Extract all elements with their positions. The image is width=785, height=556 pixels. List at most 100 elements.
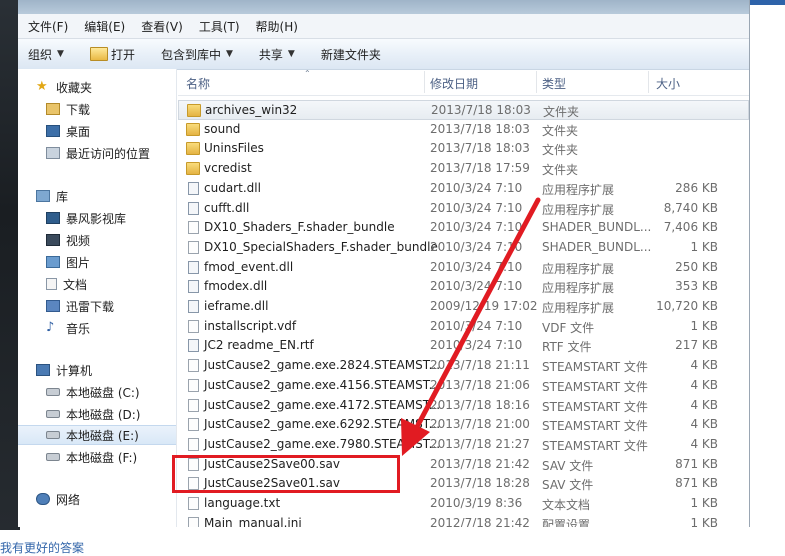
window-title-bar[interactable] bbox=[18, 0, 749, 14]
new-folder-button[interactable]: 新建文件夹 bbox=[321, 46, 381, 63]
file-size: 1 KB bbox=[690, 318, 718, 333]
column-size[interactable]: 大小 bbox=[656, 75, 680, 92]
nav-libraries[interactable]: 库 bbox=[36, 186, 68, 206]
file-type: 文本文档 bbox=[542, 498, 591, 512]
menu-bar: 文件(F) 编辑(E) 查看(V) 工具(T) 帮助(H) bbox=[18, 14, 749, 39]
menu-view[interactable]: 查看(V) bbox=[141, 18, 183, 35]
file-row[interactable]: Main_manual.ini 2012/7/18 21:42 配置设置 1 KB bbox=[178, 514, 749, 527]
file-icon bbox=[188, 437, 199, 451]
file-name: sound bbox=[204, 121, 241, 136]
file-row[interactable]: ieframe.dll 2009/12/19 17:02 应用程序扩展 10,720 … bbox=[178, 297, 749, 317]
nav-storm[interactable]: 暴风影视库 bbox=[46, 208, 126, 228]
nav-disk-d[interactable]: 本地磁盘 (D:) bbox=[46, 404, 140, 424]
nav-label: 网络 bbox=[56, 492, 81, 507]
nav-downloads[interactable]: 下载 bbox=[46, 99, 90, 119]
file-icon bbox=[188, 516, 199, 527]
command-bar: 组织 ▼ 打开 包含到库中 ▼ 共享 ▼ 新建文件夹 bbox=[18, 39, 749, 70]
nav-music[interactable]: ♪ 音乐 bbox=[46, 318, 90, 338]
file-name: JustCause2Save01.sav bbox=[204, 476, 340, 491]
file-row[interactable]: archives_win32 2013/7/18 18:03 文件夹 bbox=[178, 100, 749, 120]
file-row[interactable]: JustCause2_game.exe.4172.STEAMST... 2013/… bbox=[178, 396, 749, 416]
nav-network[interactable]: 网络 bbox=[36, 489, 80, 509]
open-folder-icon bbox=[89, 47, 108, 61]
column-divider[interactable] bbox=[536, 71, 537, 93]
file-row[interactable]: JustCause2_game.exe.4156.STEAMST... 2013/… bbox=[178, 376, 749, 396]
file-type: 文件夹 bbox=[542, 143, 579, 158]
file-row[interactable]: JustCause2_game.exe.7980.STEAMST... 2013/… bbox=[178, 435, 749, 455]
file-type: VDF 文件 bbox=[542, 320, 595, 335]
file-name: JustCause2_game.exe.4172.STEAMST... bbox=[204, 397, 441, 412]
file-row[interactable]: DX10_SpecialShaders_F.shader_bundle 2010/… bbox=[178, 238, 749, 258]
file-size: 1 KB bbox=[690, 239, 718, 254]
nav-computer[interactable]: 计算机 bbox=[36, 360, 92, 380]
navigation-pane: ★ 收藏夹 下载 桌面 最近访问的位置 库 暴风影视库 视频 图片 文档 迅雷下… bbox=[18, 69, 177, 527]
nav-pictures[interactable]: 图片 bbox=[46, 252, 90, 272]
file-row[interactable]: installscript.vdf 2010/3/24 7:10 VDF 文件 1 K… bbox=[178, 317, 749, 337]
file-icon bbox=[188, 280, 199, 294]
file-name: DX10_Shaders_F.shader_bundle bbox=[204, 220, 395, 235]
column-divider[interactable] bbox=[648, 71, 649, 93]
menu-file[interactable]: 文件(F) bbox=[28, 18, 68, 35]
file-name: cudart.dll bbox=[204, 180, 261, 195]
nav-desktop[interactable]: 桌面 bbox=[46, 121, 90, 141]
file-row[interactable]: JustCause2Save01.sav 2013/7/18 18:28 SAV 文… bbox=[178, 474, 749, 494]
file-row[interactable]: DX10_Shaders_F.shader_bundle 2010/3/24 7:… bbox=[178, 218, 749, 238]
file-type: STEAMSTART 文件 bbox=[542, 399, 648, 414]
menu-help[interactable]: 帮助(H) bbox=[256, 18, 298, 35]
computer-icon bbox=[36, 364, 50, 376]
file-type: 应用程序扩展 bbox=[542, 182, 615, 197]
better-answer-link[interactable]: 我有更好的答案 bbox=[0, 539, 84, 556]
file-row[interactable]: JustCause2_game.exe.2824.STEAMST... 2013/… bbox=[178, 356, 749, 376]
nav-disk-c[interactable]: 本地磁盘 (C:) bbox=[46, 382, 140, 402]
file-row[interactable]: vcredist 2013/7/18 17:59 文件夹 bbox=[178, 159, 749, 179]
file-type: 文件夹 bbox=[542, 123, 579, 138]
file-row[interactable]: JustCause2Save00.sav 2013/7/18 21:42 SAV 文… bbox=[178, 455, 749, 475]
hard-drive-icon bbox=[46, 431, 60, 439]
file-type: SHADER_BUNDL... bbox=[542, 220, 652, 235]
file-size: 4 KB bbox=[690, 377, 718, 392]
chevron-down-icon: ▼ bbox=[225, 49, 233, 59]
file-size: 10,720 KB bbox=[656, 299, 718, 313]
column-divider[interactable] bbox=[424, 71, 425, 93]
file-row[interactable]: JustCause2_game.exe.6292.STEAMST... 2013/… bbox=[178, 415, 749, 435]
file-icon bbox=[188, 300, 199, 313]
nav-disk-e[interactable]: 本地磁盘 (E:) bbox=[18, 425, 176, 445]
menu-edit[interactable]: 编辑(E) bbox=[84, 18, 125, 35]
file-name: ieframe.dll bbox=[204, 299, 269, 313]
file-name: installscript.vdf bbox=[204, 318, 297, 333]
organize-button[interactable]: 组织 ▼ bbox=[28, 46, 64, 63]
column-date[interactable]: 修改日期 bbox=[430, 75, 478, 92]
file-icon bbox=[188, 497, 199, 510]
column-name[interactable]: 名称 bbox=[186, 75, 210, 92]
file-row[interactable]: fmod_event.dll 2010/3/24 7:10 应用程序扩展 250 KB bbox=[178, 258, 749, 278]
file-size: 1 KB bbox=[690, 515, 718, 527]
share-button[interactable]: 共享 ▼ bbox=[259, 46, 295, 63]
include-in-library-button[interactable]: 包含到库中 ▼ bbox=[161, 46, 233, 63]
file-row[interactable]: cufft.dll 2010/3/24 7:10 应用程序扩展 8,740 KB bbox=[178, 199, 749, 219]
nav-label: 本地磁盘 (C:) bbox=[66, 385, 140, 400]
file-date: 2010/3/24 7:10 bbox=[430, 200, 523, 215]
file-row[interactable]: cudart.dll 2010/3/24 7:10 应用程序扩展 286 KB bbox=[178, 179, 749, 199]
library-icon bbox=[36, 190, 50, 202]
nav-recent[interactable]: 最近访问的位置 bbox=[46, 143, 150, 163]
file-date: 2010/3/19 8:36 bbox=[430, 496, 523, 510]
file-name: JustCause2Save00.sav bbox=[204, 456, 340, 471]
nav-label: 计算机 bbox=[56, 363, 93, 378]
column-type[interactable]: 类型 bbox=[542, 75, 566, 92]
file-row[interactable]: JC2 readme_EN.rtf 2010/3/24 7:10 RTF 文件 217… bbox=[178, 336, 749, 356]
page-margin-right bbox=[750, 0, 785, 556]
file-row[interactable]: sound 2013/7/18 18:03 文件夹 bbox=[178, 120, 749, 140]
nav-thunder[interactable]: 迅雷下载 bbox=[46, 296, 114, 316]
file-size: 286 KB bbox=[675, 180, 718, 195]
nav-favorites[interactable]: ★ 收藏夹 bbox=[36, 77, 92, 97]
menu-tools[interactable]: 工具(T) bbox=[199, 18, 240, 35]
nav-documents[interactable]: 文档 bbox=[46, 274, 87, 294]
nav-videos[interactable]: 视频 bbox=[46, 230, 90, 250]
file-row[interactable]: fmodex.dll 2010/3/24 7:10 应用程序扩展 353 KB bbox=[178, 277, 749, 297]
file-name: Main_manual.ini bbox=[204, 515, 302, 527]
open-button[interactable]: 打开 bbox=[89, 46, 135, 63]
hard-drive-icon bbox=[46, 388, 60, 396]
nav-disk-f[interactable]: 本地磁盘 (F:) bbox=[46, 447, 137, 467]
file-row[interactable]: UninsFiles 2013/7/18 18:03 文件夹 bbox=[178, 139, 749, 159]
file-row[interactable]: language.txt 2010/3/19 8:36 文本文档 1 KB bbox=[178, 494, 749, 514]
